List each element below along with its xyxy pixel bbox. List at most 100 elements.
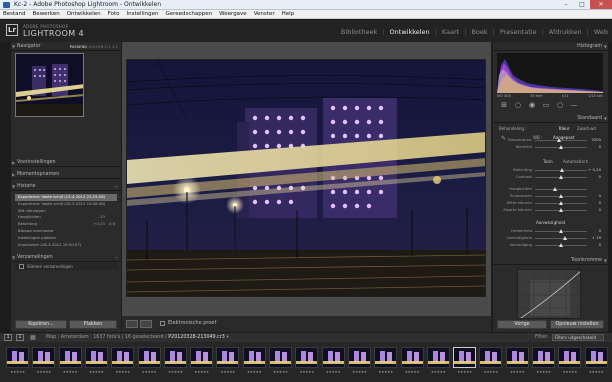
filmstrip-thumbnail[interactable]	[137, 347, 161, 368]
brush-slider-icon[interactable]: —	[569, 101, 579, 109]
slider-handle[interactable]	[559, 194, 563, 198]
filmstrip-thumbnail[interactable]	[32, 347, 56, 368]
collections-header[interactable]: ▼ Verzamelingen +	[11, 253, 121, 262]
thumbnail-rating[interactable]: ★★★★★	[532, 370, 555, 374]
filmstrip-thumbnail[interactable]	[163, 347, 187, 368]
filmstrip-thumbnail[interactable]	[190, 347, 214, 368]
zoom-fill[interactable]: VULLEN	[88, 44, 103, 49]
module-bibliotheek[interactable]: Bibliotheek	[341, 28, 377, 36]
menu-weergave[interactable]: Weergave	[219, 10, 247, 18]
thumbnail-rating[interactable]: ★★★★★	[85, 370, 108, 374]
menu-gereedschappen[interactable]: Gereedschappen	[165, 10, 212, 18]
module-boek[interactable]: Boek	[471, 28, 487, 36]
filmstrip-thumbnail[interactable]	[242, 347, 266, 368]
crop-icon[interactable]: ⊞	[499, 101, 509, 109]
menu-instellingen[interactable]: Instellingen	[127, 10, 159, 18]
close-button[interactable]: ✕	[590, 0, 612, 9]
history-header[interactable]: ▼ Historie ✕	[11, 182, 121, 191]
filmstrip-thumbnail[interactable]	[532, 347, 555, 368]
menu-venster[interactable]: Venster	[254, 10, 275, 18]
treatment-bw[interactable]: Zwart-wit	[577, 126, 596, 131]
spot-removal-icon[interactable]: ○	[513, 101, 523, 109]
slider-value[interactable]: + 0,20	[588, 167, 601, 173]
thumbnail-rating[interactable]: ★★★★★	[506, 370, 529, 374]
slider-value[interactable]: 0	[599, 174, 601, 180]
slider-value[interactable]: 0	[599, 242, 601, 248]
history-item[interactable]: Wit uitknippen	[15, 208, 117, 215]
thumbnail-rating[interactable]: ★★★★★	[243, 370, 266, 374]
filmstrip-thumbnail[interactable]	[400, 347, 424, 368]
histogram[interactable]	[497, 53, 603, 93]
minimize-button[interactable]: –	[558, 0, 574, 9]
thumbnail-rating[interactable]: ★★★★★	[32, 370, 55, 374]
filmstrip-thumbnail[interactable]	[584, 347, 608, 368]
thumbnail-rating[interactable]: ★★★★★	[558, 370, 581, 374]
loupe-view-button[interactable]	[126, 320, 138, 328]
module-afdrukken[interactable]: Afdrukken	[549, 28, 582, 36]
filmstrip-thumbnail[interactable]	[216, 347, 240, 368]
slider-handle[interactable]	[559, 145, 563, 149]
slider-value[interactable]: 0	[599, 144, 601, 150]
thumbnail-rating[interactable]: ★★★★★	[190, 370, 213, 374]
menu-bewerken[interactable]: Bewerken	[33, 10, 60, 18]
filmstrip-thumbnail[interactable]	[84, 347, 108, 368]
slider-handle[interactable]	[559, 175, 563, 179]
slider-handle[interactable]	[556, 138, 561, 142]
slider-handle[interactable]	[559, 229, 563, 233]
monitor-2-button[interactable]: 2	[16, 334, 24, 341]
snapshots-header[interactable]: ▶ Momentopnamen	[11, 170, 121, 179]
module-web[interactable]: Web	[594, 28, 608, 36]
slider-value[interactable]: 0	[599, 200, 601, 206]
thumbnail-rating[interactable]: ★★★★★	[427, 370, 450, 374]
slider-handle[interactable]	[559, 208, 563, 212]
chevron-down-icon[interactable]: ▾	[226, 335, 228, 340]
zoom-3-1[interactable]: 3:1	[112, 44, 118, 49]
before-after-button[interactable]	[140, 320, 152, 328]
slider-value[interactable]: 3200	[591, 137, 601, 143]
thumbnail-rating[interactable]: ★★★★★	[479, 370, 502, 374]
history-item[interactable]: Belichting +0,20 0,6	[15, 221, 117, 228]
filter-select[interactable]: Filters uitgeschakeld	[552, 334, 604, 341]
thumbnail-rating[interactable]: ★★★★★	[322, 370, 345, 374]
filmstrip-thumbnail[interactable]	[6, 347, 29, 368]
filmstrip-thumbnail[interactable]	[453, 347, 477, 368]
thumbnail-rating[interactable]: ★★★★★	[216, 370, 239, 374]
slider-track[interactable]	[535, 238, 587, 239]
slider-track[interactable]	[535, 140, 587, 141]
maximize-button[interactable]: □	[574, 0, 590, 9]
history-item[interactable]: Instellingen plakken	[15, 235, 117, 242]
grid-view-icon[interactable]: ▦	[30, 334, 36, 341]
soft-proof-checkbox[interactable]	[160, 321, 165, 326]
history-item[interactable]: Exporteren: Vaste schijf (30-3-2012 10:0…	[15, 201, 117, 208]
copy-button[interactable]: Kopiëren...	[15, 320, 67, 329]
auto-tone-button[interactable]: Automatisch	[563, 159, 588, 164]
slider-track[interactable]	[535, 189, 587, 190]
slider-value[interactable]: 0	[599, 228, 601, 234]
histogram-header[interactable]: Histogram ▼	[493, 42, 608, 51]
previous-button[interactable]: Vorige	[497, 320, 547, 329]
filmstrip-thumbnail[interactable]	[111, 347, 135, 368]
filmstrip-thumbnail[interactable]	[347, 347, 371, 368]
red-eye-icon[interactable]: ◉	[527, 101, 537, 109]
thumbnail-rating[interactable]: ★★★★★	[138, 370, 161, 374]
reset-button[interactable]: Opnieuw instellen	[550, 320, 604, 329]
thumbnail-rating[interactable]: ★★★★★	[374, 370, 397, 374]
slider-handle[interactable]	[563, 236, 568, 240]
slider-value[interactable]: 0	[599, 193, 601, 199]
thumbnail-rating[interactable]: ★★★★★	[6, 370, 29, 374]
thumbnail-rating[interactable]: ★★★★★	[164, 370, 187, 374]
treatment-color[interactable]: Kleur	[559, 126, 569, 131]
thumbnail-rating[interactable]: ★★★★★	[269, 370, 292, 374]
slider-handle[interactable]	[560, 168, 565, 172]
filmstrip-thumbnail[interactable]	[321, 347, 345, 368]
history-item[interactable]: Exporteren: Vaste schijf (13-4-2012 23:2…	[15, 194, 117, 201]
paste-button[interactable]: Plakken	[69, 320, 117, 329]
menu-bestand[interactable]: Bestand	[3, 10, 26, 18]
filmstrip-thumbnail[interactable]	[374, 347, 398, 368]
thumbnail-rating[interactable]: ★★★★★	[401, 370, 424, 374]
filmstrip-thumbnail[interactable]	[269, 347, 292, 368]
clear-history-icon[interactable]: ✕	[115, 182, 118, 191]
module-ontwikkelen[interactable]: Ontwikkelen	[390, 28, 430, 36]
filmstrip-folder[interactable]: Map : Amsterdam	[46, 335, 89, 340]
smart-collections-row[interactable]: Slimme verzamelingen	[15, 263, 117, 270]
